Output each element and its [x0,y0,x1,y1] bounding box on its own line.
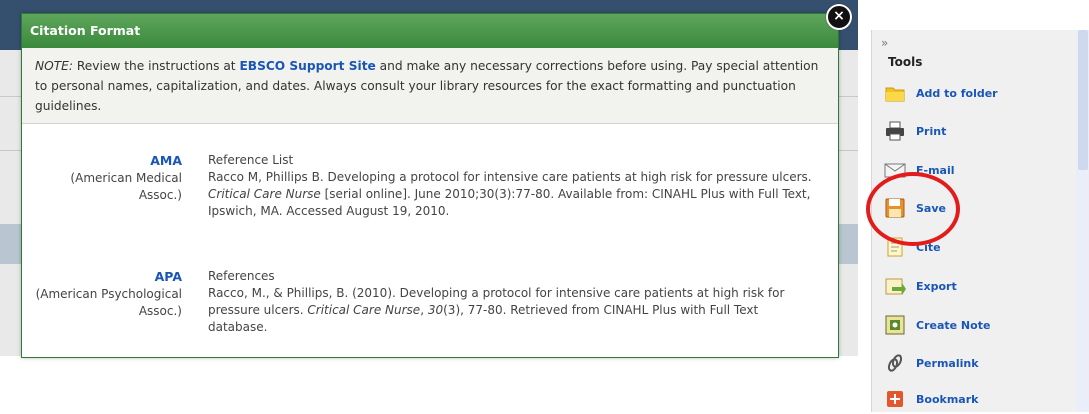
tool-label: Add to folder [916,86,998,100]
journal-title: Critical Care Nurse [307,303,421,317]
note-icon [884,314,906,336]
collapse-chevron-icon[interactable]: » [881,36,888,50]
tool-label: Save [916,201,946,215]
note-label: NOTE: [35,59,73,73]
tool-add-to-folder[interactable]: Add to folder [884,81,998,105]
printer-icon [884,120,906,142]
tool-label: Print [916,124,947,138]
citation-style-name: (American Medical Assoc.) [70,171,182,202]
floppy-disk-icon [884,197,906,219]
citation-format-dialog: Citation Format NOTE: Review the instruc… [21,13,839,358]
scrollbar-thumb[interactable] [1078,30,1088,170]
tool-create-note[interactable]: Create Note [884,313,990,337]
scrollbar[interactable] [1076,30,1089,412]
note-panel: NOTE: Review the instructions at EBSCO S… [22,48,838,124]
close-icon[interactable]: × [826,4,852,30]
tools-title: Tools [888,55,923,69]
citation-separator: , [420,303,428,317]
journal-title: Critical Care Nurse [208,187,321,201]
tool-save[interactable]: Save [884,196,946,220]
link-icon [884,352,906,374]
envelope-icon [884,159,906,181]
tool-label: E-mail [916,163,955,177]
bookmark-plus-icon [884,388,906,410]
dialog-title: Citation Format [22,14,838,48]
folder-icon [884,82,906,104]
citation-heading: References [208,269,275,283]
citation-heading: Reference List [208,153,294,167]
citation-text-part: Racco M, Phillips B. Developing a protoc… [208,170,812,184]
citation-style-name: (American Psychological Assoc.) [35,287,182,318]
citation-text: References Racco, M., & Phillips, B. (20… [208,268,818,336]
tool-label: Permalink [916,356,979,370]
note-text-start: Review the instructions at [72,59,240,73]
citation-text: Reference List Racco M, Phillips B. Deve… [208,152,818,220]
tool-email[interactable]: E-mail [884,158,955,182]
citation-style-column: APA (American Psychological Assoc.) [34,268,182,320]
tool-label: Cite [916,240,941,254]
tool-print[interactable]: Print [884,119,946,143]
export-icon [884,275,906,297]
ebsco-support-link[interactable]: EBSCO Support Site [239,59,375,73]
citation-style-abbr: AMA [150,153,182,168]
tool-cite[interactable]: Cite [884,235,941,259]
citation-style-column: AMA (American Medical Assoc.) [34,152,182,204]
citation-style-abbr: APA [154,269,182,284]
tool-label: Export [916,279,957,293]
tool-bookmark[interactable]: Bookmark [884,387,978,411]
cite-icon [884,236,906,258]
tool-label: Bookmark [916,392,979,406]
tool-permalink[interactable]: Permalink [884,351,979,375]
tool-label: Create Note [916,318,991,332]
tool-export[interactable]: Export [884,274,957,298]
journal-volume: 30 [427,303,444,317]
tools-panel: » Tools Add to folder Print E-mail Save … [871,30,1089,412]
